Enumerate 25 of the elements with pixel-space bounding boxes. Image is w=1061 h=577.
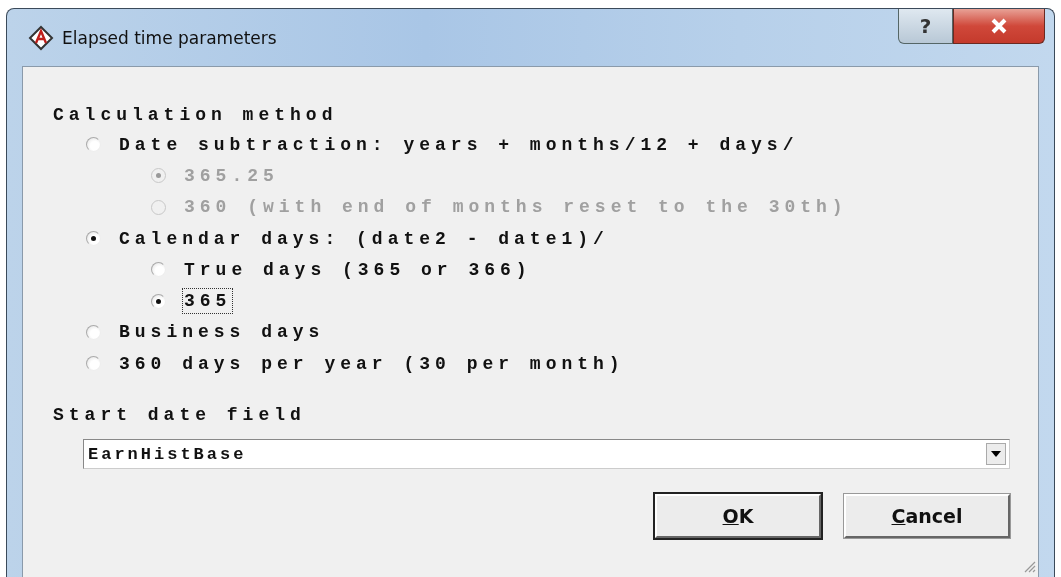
radio-button[interactable] — [86, 137, 101, 153]
field-label: Start date field — [53, 404, 307, 428]
option-label[interactable]: True days (365 or 366) — [182, 256, 534, 283]
option-label[interactable]: Business days — [117, 319, 327, 346]
start-date-dropdown[interactable]: EarnHistBase — [83, 439, 1010, 470]
radio-button[interactable] — [86, 356, 101, 372]
dropdown-button[interactable] — [986, 443, 1006, 466]
radio-button[interactable] — [86, 324, 101, 340]
close-icon — [990, 18, 1008, 34]
dialog-button[interactable]: Cancel — [844, 494, 1010, 539]
resize-grip-icon — [1022, 559, 1036, 573]
window-title: Elapsed time parameters — [62, 27, 277, 48]
option-label[interactable]: Date subtraction: years + months/12 + days/ — [117, 131, 801, 158]
option-label[interactable]: 365 — [182, 288, 234, 315]
caret-icon — [991, 451, 1001, 458]
close-button[interactable] — [953, 9, 1045, 44]
option-label[interactable]: 360 days per year (30 per month) — [117, 350, 627, 377]
option-label[interactable]: Calendar days: (date2 - date1)/ — [117, 225, 611, 252]
help-button[interactable]: ? — [898, 9, 953, 44]
dialog-button[interactable]: OK — [655, 494, 821, 539]
radio-button[interactable] — [86, 231, 101, 247]
section-heading: Calculation method — [53, 104, 339, 127]
radio-button[interactable] — [151, 293, 166, 309]
radio-button[interactable] — [151, 262, 166, 278]
app-icon — [28, 24, 54, 51]
